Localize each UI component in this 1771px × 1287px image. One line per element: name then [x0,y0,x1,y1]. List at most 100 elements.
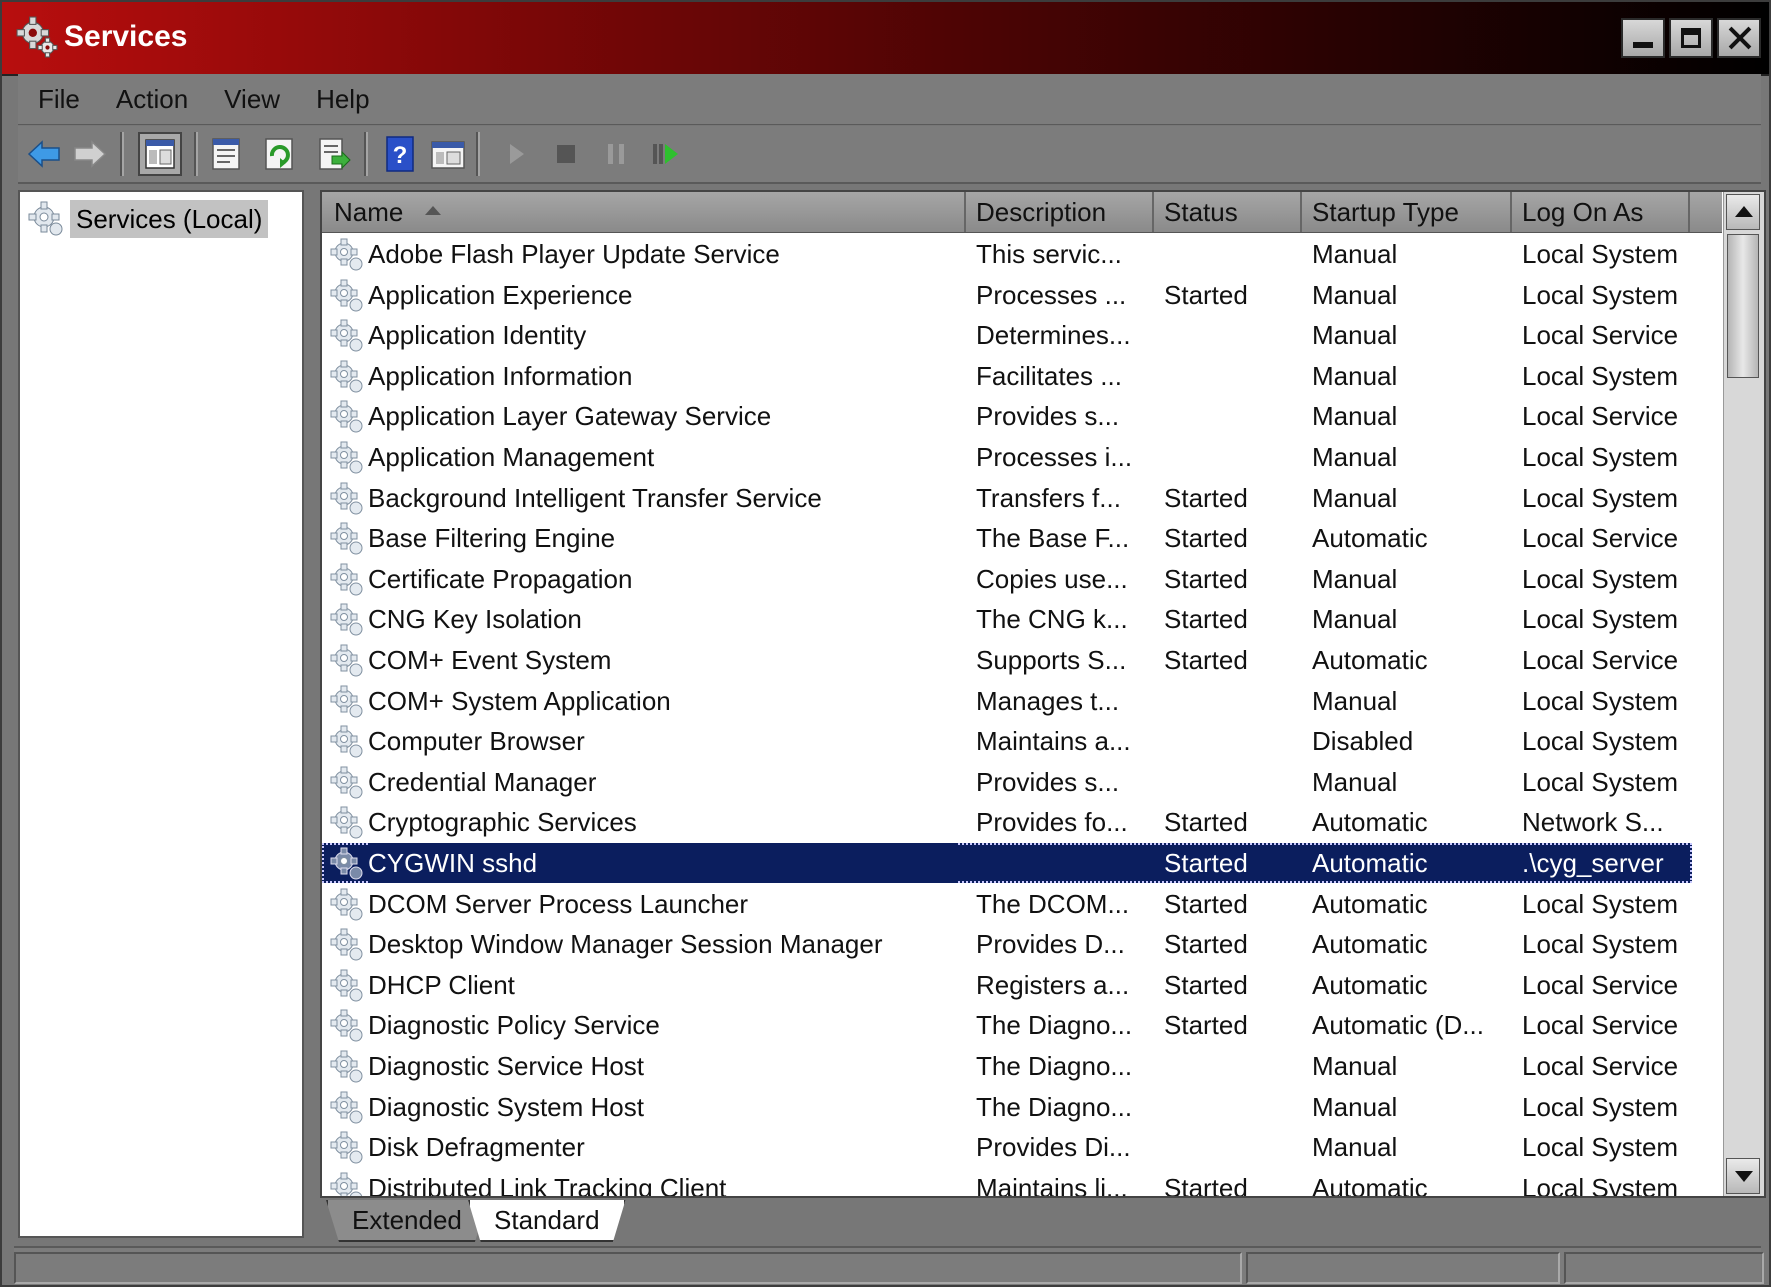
cell-status: Started [1164,929,1248,959]
table-row[interactable]: Computer Browser Maintains a... Disabled… [322,721,1692,761]
view-icon[interactable] [430,136,466,172]
cell-name: Disk Defragmenter [368,1132,585,1162]
table-row[interactable]: Adobe Flash Player Update Service This s… [322,234,1692,274]
cell-log-on-as: Local System [1522,726,1679,756]
table-row[interactable]: Desktop Window Manager Session Manager P… [322,924,1692,964]
cell-description: The Base F... [976,523,1130,553]
table-row[interactable]: Application Information Facilitates ... … [322,356,1692,396]
table-row[interactable]: Diagnostic Service Host The Diagno... Ma… [322,1046,1692,1086]
services-gear-icon [28,201,63,236]
back-arrow-icon[interactable] [26,136,62,172]
help-icon[interactable]: ? [382,136,418,172]
column-header-startup-type[interactable]: Startup Type [1302,192,1512,232]
service-gear-icon [330,319,363,352]
service-gear-icon [330,1050,363,1083]
table-row[interactable]: Distributed Link Tracking Client Maintai… [322,1168,1692,1198]
service-gear-icon [330,360,363,393]
table-row[interactable]: CNG Key Isolation The CNG k... Started M… [322,599,1692,639]
scroll-down-button[interactable] [1726,1158,1760,1194]
cell-description: Registers a... [976,970,1130,1000]
service-gear-icon [330,725,363,758]
cell-name: Application Information [368,361,633,391]
table-row[interactable]: Background Intelligent Transfer Service … [322,478,1692,518]
menu-action[interactable]: Action [116,84,188,115]
services-window: Services File Action View Help ? Service… [0,0,1771,1287]
table-row[interactable]: COM+ Event System Supports S... Started … [322,640,1692,680]
cell-log-on-as: Local System [1522,1092,1679,1122]
stop-service-icon[interactable] [548,136,584,172]
service-gear-icon [330,238,363,271]
service-gear-icon [330,1091,363,1124]
pause-service-icon[interactable] [598,136,634,172]
cell-startup-type: Automatic [1312,523,1428,553]
cell-log-on-as: Local Service [1522,1051,1679,1081]
tree-item-services-local[interactable]: Services (Local) [28,200,269,238]
cell-log-on-as: Local System [1522,239,1679,269]
cell-log-on-as: Local System [1522,564,1679,594]
vertical-scrollbar[interactable] [1723,192,1764,1196]
table-row[interactable]: Application Identity Determines... Manua… [322,315,1692,355]
properties-icon[interactable] [208,136,244,172]
table-row[interactable]: CYGWIN sshd Started Automatic .\cyg_serv… [322,843,1692,883]
cell-description: Maintains a... [976,726,1131,756]
table-row[interactable]: Application Experience Processes ... Sta… [322,275,1692,315]
table-row[interactable]: Application Layer Gateway Service Provid… [322,396,1692,436]
tab-standard[interactable]: Standard [468,1200,626,1242]
table-row[interactable]: Certificate Propagation Copies use... St… [322,559,1692,599]
cell-status: Started [1164,483,1248,513]
cell-description: Maintains li... [976,1173,1128,1198]
menu-help[interactable]: Help [316,84,369,115]
forward-arrow-icon[interactable] [72,136,108,172]
cell-description: Facilitates ... [976,361,1122,391]
menu-view[interactable]: View [224,84,280,115]
column-header-log-on-as[interactable]: Log On As [1512,192,1690,232]
restart-service-icon[interactable] [646,136,682,172]
table-row[interactable]: Base Filtering Engine The Base F... Star… [322,518,1692,558]
table-row[interactable]: DHCP Client Registers a... Started Autom… [322,965,1692,1005]
cell-log-on-as: Local System [1522,361,1679,391]
scroll-up-button[interactable] [1726,194,1760,230]
column-header-name[interactable]: Name [322,192,966,232]
export-list-icon[interactable] [316,136,352,172]
table-row[interactable]: Diagnostic System Host The Diagno... Man… [322,1087,1692,1127]
svg-text:?: ? [393,142,408,169]
scroll-thumb[interactable] [1727,234,1759,378]
table-row[interactable]: Credential Manager Provides s... Manual … [322,762,1692,802]
menu-file[interactable]: File [38,84,80,115]
cell-description: Provides Di... [976,1132,1131,1162]
cell-startup-type: Manual [1312,280,1398,310]
cell-description: Provides s... [976,767,1120,797]
column-header-description[interactable]: Description [966,192,1154,232]
cell-name: Credential Manager [368,767,597,797]
close-button[interactable] [1717,18,1761,58]
cell-description: The Diagno... [976,1010,1133,1040]
title-bar[interactable]: Services [2,2,1769,76]
start-service-icon[interactable] [498,136,534,172]
cell-status [1164,721,1296,761]
service-gear-icon [330,928,363,961]
table-row[interactable]: Disk Defragmenter Provides Di... Manual … [322,1127,1692,1167]
column-header-label: Description [976,197,1107,227]
cell-description: Provides fo... [976,807,1128,837]
column-header-label: Name [334,197,404,227]
tab-extended[interactable]: Extended [326,1200,488,1242]
table-row[interactable]: COM+ System Application Manages t... Man… [322,681,1692,721]
column-header-status[interactable]: Status [1154,192,1302,232]
minimize-button[interactable] [1621,18,1665,58]
maximize-button[interactable] [1669,18,1713,58]
table-row[interactable]: Cryptographic Services Provides fo... St… [322,802,1692,842]
show-hide-console-tree-icon[interactable] [138,132,182,176]
tree-label: Services (Local) [70,200,269,238]
cell-startup-type: Manual [1312,686,1398,716]
cell-name: Application Management [368,442,655,472]
cell-name: Cryptographic Services [368,807,637,837]
table-row[interactable]: DCOM Server Process Launcher The DCOM...… [322,884,1692,924]
cell-startup-type: Automatic [1312,1173,1428,1198]
service-gear-icon [330,685,363,718]
table-row[interactable]: Diagnostic Policy Service The Diagno... … [322,1005,1692,1045]
cell-status: Started [1164,645,1248,675]
refresh-icon[interactable] [262,136,298,172]
cell-name: Adobe Flash Player Update Service [368,239,780,269]
cell-description: The Diagno... [976,1092,1133,1122]
table-row[interactable]: Application Management Processes i... Ma… [322,437,1692,477]
